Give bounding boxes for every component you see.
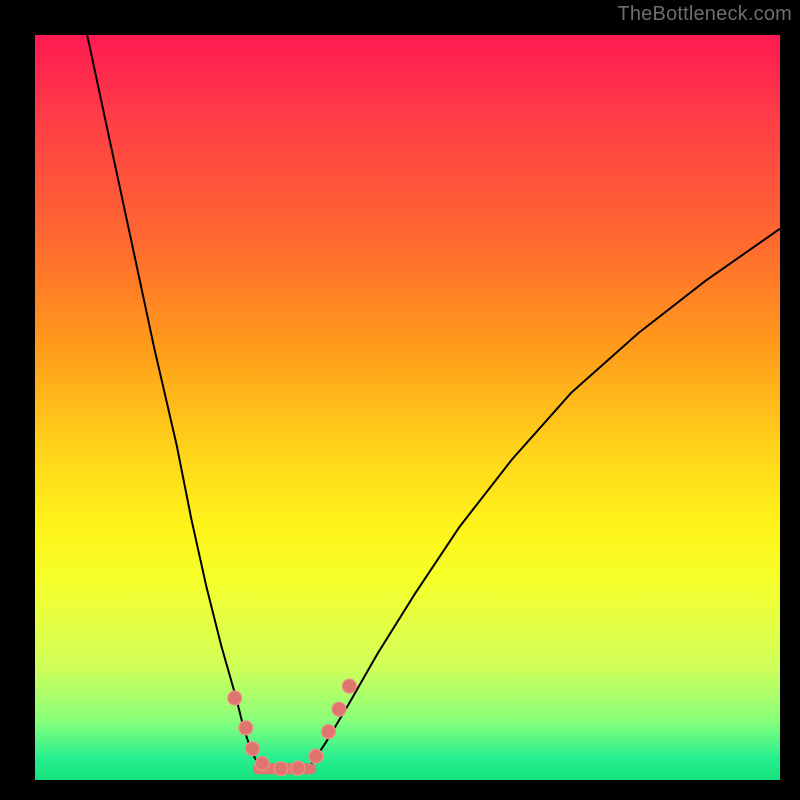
plot-area — [35, 35, 780, 780]
curve-svg — [35, 35, 780, 780]
data-marker — [332, 702, 346, 716]
chart-container: TheBottleneck.com — [0, 0, 800, 800]
data-marker — [342, 679, 356, 693]
watermark-text: TheBottleneck.com — [617, 3, 792, 26]
data-marker — [228, 691, 242, 705]
curve-left — [87, 35, 258, 765]
data-marker — [309, 749, 323, 763]
data-marker — [255, 757, 269, 771]
data-marker — [322, 725, 336, 739]
data-marker — [291, 761, 305, 775]
data-marker — [246, 742, 260, 756]
data-marker — [239, 721, 253, 735]
curve-right — [311, 229, 780, 765]
marker-group — [228, 679, 357, 776]
data-marker — [274, 762, 288, 776]
